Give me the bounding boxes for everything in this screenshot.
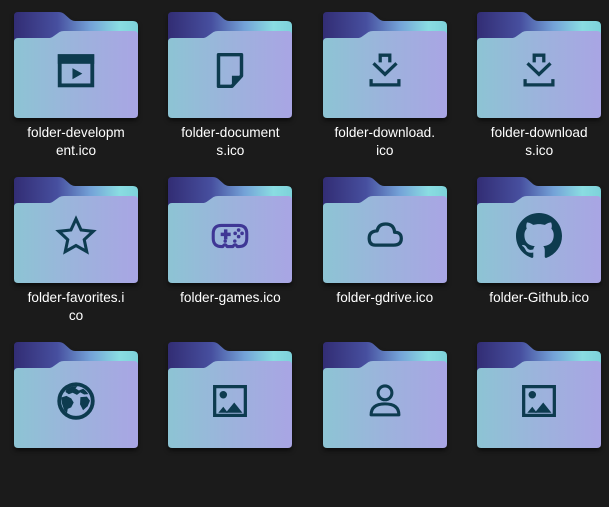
folder-icon: [14, 342, 138, 449]
file-item-folder-favorites.ico[interactable]: folder-favorites.ico: [14, 177, 138, 342]
file-item-folder-download.ico[interactable]: folder-download.ico: [323, 12, 447, 177]
file-item-folder-gdrive.ico[interactable]: folder-gdrive.ico: [323, 177, 447, 342]
folder-front-panel: [477, 361, 601, 448]
folder-icon: [323, 342, 447, 449]
folder-icon: [168, 177, 292, 284]
folder-front-panel: [168, 31, 292, 118]
file-item-folder-development.ico[interactable]: folder-development.ico: [14, 12, 138, 177]
folder-icon: [168, 12, 292, 119]
folder-icon: [323, 12, 447, 119]
folder-front-panel: [14, 196, 138, 283]
file-label: folder-games.ico: [180, 289, 281, 307]
file-item-folder-downloads.ico[interactable]: folder-downloads.ico: [477, 12, 601, 177]
folder-icon: [477, 342, 601, 449]
folder-icon: [168, 342, 292, 449]
file-item-image[interactable]: [477, 342, 601, 507]
folder-icon: [14, 177, 138, 284]
file-item-folder-games.ico[interactable]: folder-games.ico: [168, 177, 292, 342]
file-item-image[interactable]: [168, 342, 292, 507]
file-item-globe[interactable]: [14, 342, 138, 507]
folder-icon: [14, 12, 138, 119]
folder-front-panel: [323, 196, 447, 283]
folder-icon: [477, 177, 601, 284]
file-item-folder-Github.ico[interactable]: folder-Github.ico: [477, 177, 601, 342]
file-item-user[interactable]: [323, 342, 447, 507]
file-label: folder-favorites.ico: [28, 289, 125, 325]
file-label: folder-Github.ico: [489, 289, 589, 307]
folder-icon: [323, 177, 447, 284]
file-item-folder-documents.ico[interactable]: folder-documents.ico: [168, 12, 292, 177]
folder-front-panel: [168, 361, 292, 448]
file-label: folder-downloads.ico: [491, 124, 588, 160]
folder-front-panel: [14, 361, 138, 448]
file-icon-grid: folder-development.ico folder-documents.…: [14, 12, 601, 507]
folder-front-panel: [477, 196, 601, 283]
folder-icon: [477, 12, 601, 119]
file-label: folder-development.ico: [27, 124, 124, 160]
file-label: folder-download.ico: [335, 124, 436, 160]
folder-front-panel: [168, 196, 292, 283]
file-label: folder-gdrive.ico: [336, 289, 433, 307]
file-label: folder-documents.ico: [181, 124, 279, 160]
